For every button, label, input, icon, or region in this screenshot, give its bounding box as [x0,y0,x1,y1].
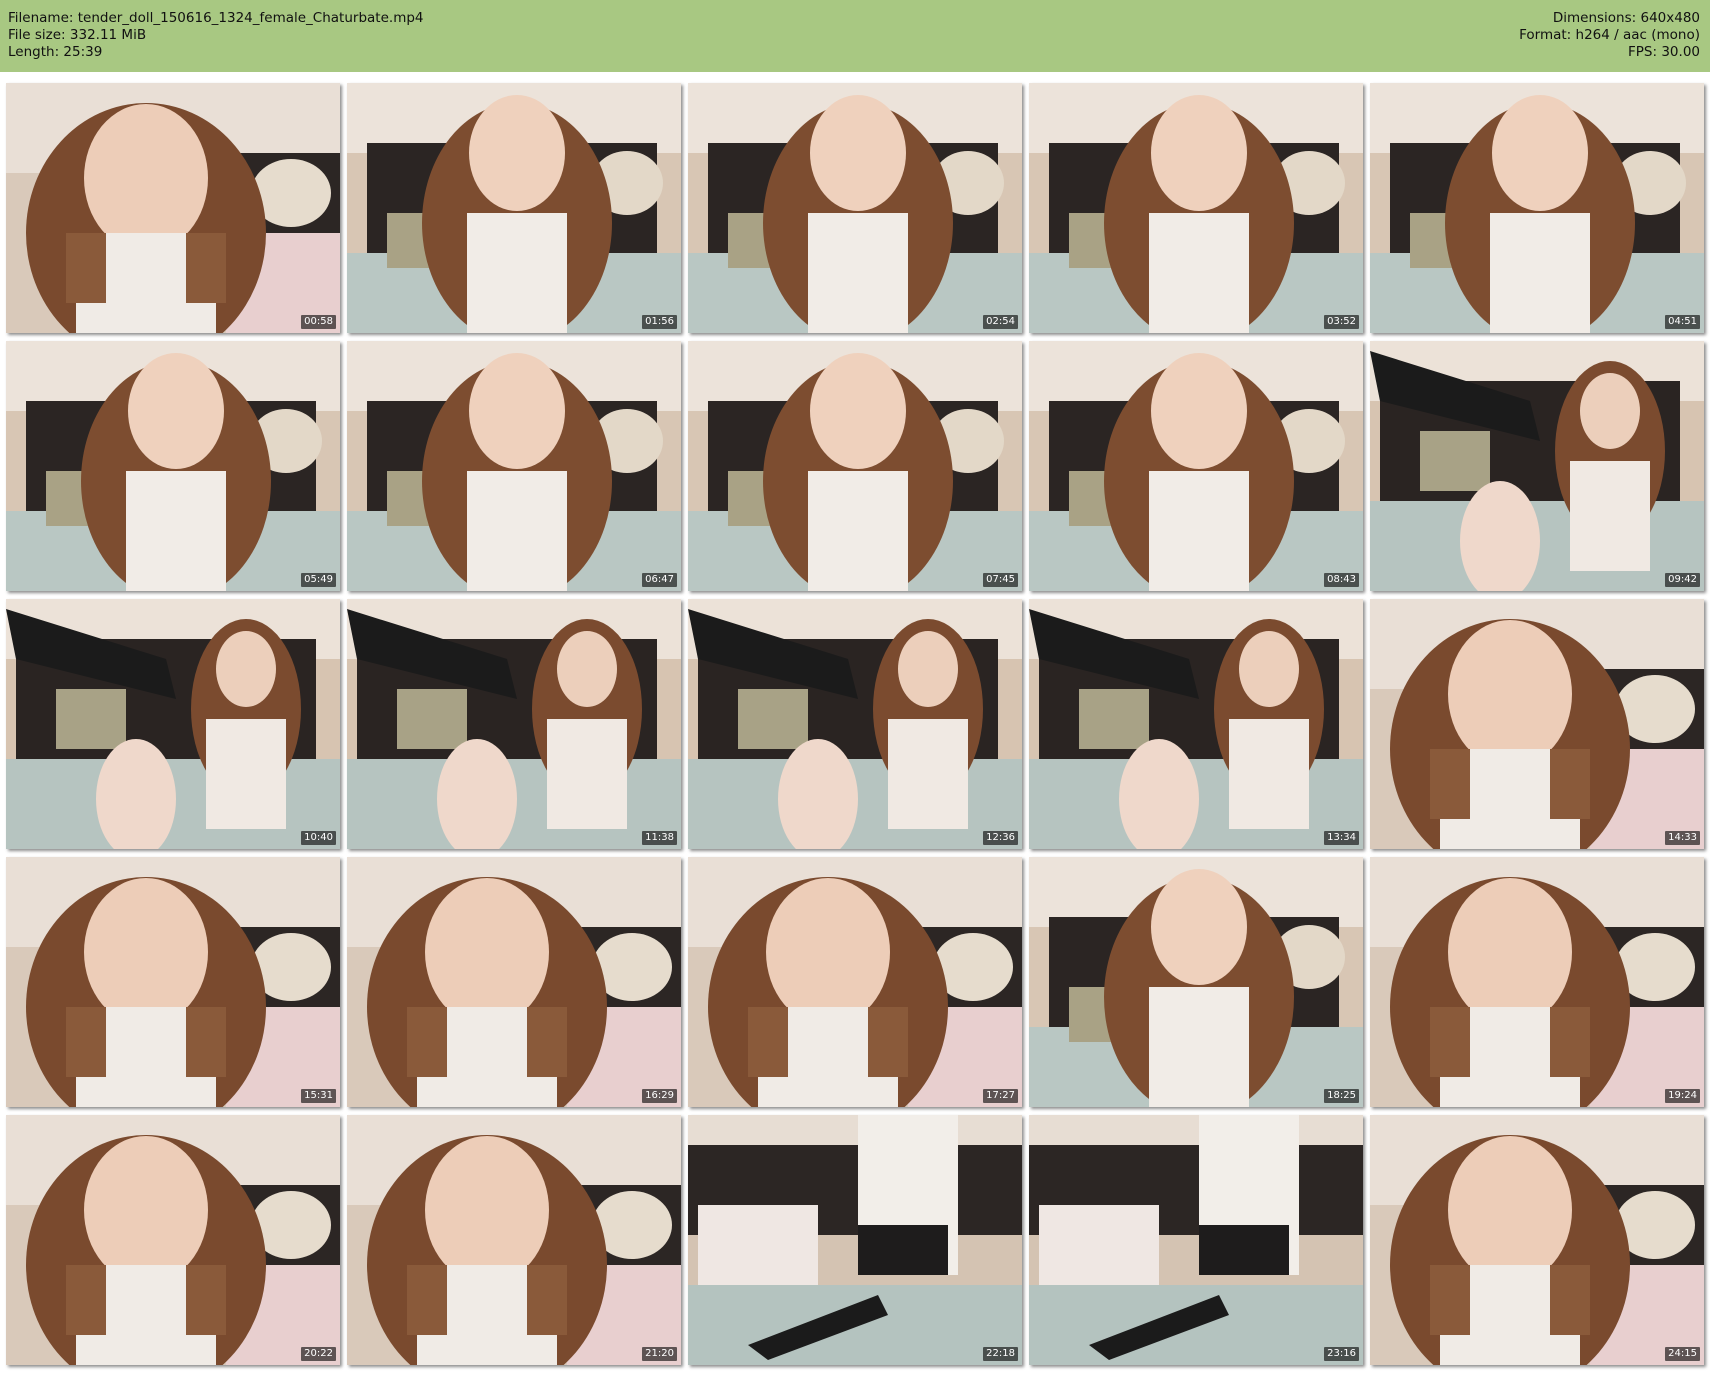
dimensions-text: Dimensions: 640x480 [1552,10,1700,26]
timestamp-label: 12:36 [983,831,1018,845]
video-thumbnail: 21:20 [347,1115,681,1365]
video-thumbnail: 02:54 [688,83,1022,333]
video-thumbnail: 05:49 [6,341,340,591]
timestamp-label: 02:54 [983,315,1018,329]
thumbnail-photo [688,599,1022,849]
video-thumbnail: 06:47 [347,341,681,591]
stream-info: Dimensions: 640x480 Format: h264 / aac (… [1519,10,1700,61]
thumbnail-photo [347,1115,681,1365]
thumbnail-photo [688,857,1022,1107]
video-thumbnail: 03:52 [1029,83,1363,333]
thumbnail-photo [6,599,340,849]
timestamp-label: 09:42 [1665,573,1700,587]
fps-text: FPS: 30.00 [1628,44,1700,60]
timestamp-label: 15:31 [301,1089,336,1103]
thumbnail-photo [347,599,681,849]
thumbnail-photo [1370,857,1704,1107]
video-thumbnail: 08:43 [1029,341,1363,591]
timestamp-label: 20:22 [301,1347,336,1361]
thumbnail-photo [6,341,340,591]
thumbnail-photo [347,341,681,591]
video-thumbnail: 09:42 [1370,341,1704,591]
timestamp-label: 07:45 [983,573,1018,587]
thumbnail-photo [6,1115,340,1365]
info-header: Filename: tender_doll_150616_1324_female… [0,0,1710,72]
video-thumbnail: 18:25 [1029,857,1363,1107]
timestamp-label: 08:43 [1324,573,1359,587]
filename-text: Filename: tender_doll_150616_1324_female… [8,10,424,26]
timestamp-label: 21:20 [642,1347,677,1361]
length-text: Length: 25:39 [8,44,103,60]
thumbnail-photo [347,857,681,1107]
format-text: Format: h264 / aac (mono) [1519,27,1700,43]
timestamp-label: 23:16 [1324,1347,1359,1361]
video-thumbnail: 16:29 [347,857,681,1107]
thumbnail-photo [6,83,340,333]
file-info: Filename: tender_doll_150616_1324_female… [8,10,424,61]
thumbnail-photo [1370,599,1704,849]
video-thumbnail: 23:16 [1029,1115,1363,1365]
timestamp-label: 06:47 [642,573,677,587]
timestamp-label: 16:29 [642,1089,677,1103]
timestamp-label: 18:25 [1324,1089,1359,1103]
thumbnail-photo [1029,857,1363,1107]
video-thumbnail: 12:36 [688,599,1022,849]
video-thumbnail: 11:38 [347,599,681,849]
thumbnail-photo [1029,1115,1363,1365]
thumbnail-photo [1370,1115,1704,1365]
thumbnail-grid: 00:58 01:56 02:54 03:52 04:51 05:49 06:4… [6,83,1706,1368]
video-thumbnail: 00:58 [6,83,340,333]
thumbnail-photo [688,83,1022,333]
timestamp-label: 22:18 [983,1347,1018,1361]
thumbnail-photo [1370,341,1704,591]
timestamp-label: 00:58 [301,315,336,329]
timestamp-label: 01:56 [642,315,677,329]
video-thumbnail: 22:18 [688,1115,1022,1365]
video-thumbnail: 15:31 [6,857,340,1107]
timestamp-label: 04:51 [1665,315,1700,329]
video-thumbnail: 04:51 [1370,83,1704,333]
timestamp-label: 14:33 [1665,831,1700,845]
video-thumbnail: 01:56 [347,83,681,333]
video-thumbnail: 13:34 [1029,599,1363,849]
filesize-text: File size: 332.11 MiB [8,27,147,43]
timestamp-label: 10:40 [301,831,336,845]
timestamp-label: 17:27 [983,1089,1018,1103]
video-thumbnail: 19:24 [1370,857,1704,1107]
timestamp-label: 11:38 [642,831,677,845]
timestamp-label: 03:52 [1324,315,1359,329]
timestamp-label: 19:24 [1665,1089,1700,1103]
video-thumbnail: 17:27 [688,857,1022,1107]
thumbnail-photo [6,857,340,1107]
timestamp-label: 05:49 [301,573,336,587]
thumbnail-photo [1029,83,1363,333]
video-thumbnail: 20:22 [6,1115,340,1365]
video-thumbnail: 24:15 [1370,1115,1704,1365]
video-thumbnail: 14:33 [1370,599,1704,849]
video-thumbnail: 07:45 [688,341,1022,591]
timestamp-label: 24:15 [1665,1347,1700,1361]
thumbnail-photo [1029,599,1363,849]
thumbnail-photo [347,83,681,333]
timestamp-label: 13:34 [1324,831,1359,845]
video-thumbnail: 10:40 [6,599,340,849]
thumbnail-photo [688,1115,1022,1365]
thumbnail-photo [1370,83,1704,333]
thumbnail-photo [1029,341,1363,591]
thumbnail-photo [688,341,1022,591]
